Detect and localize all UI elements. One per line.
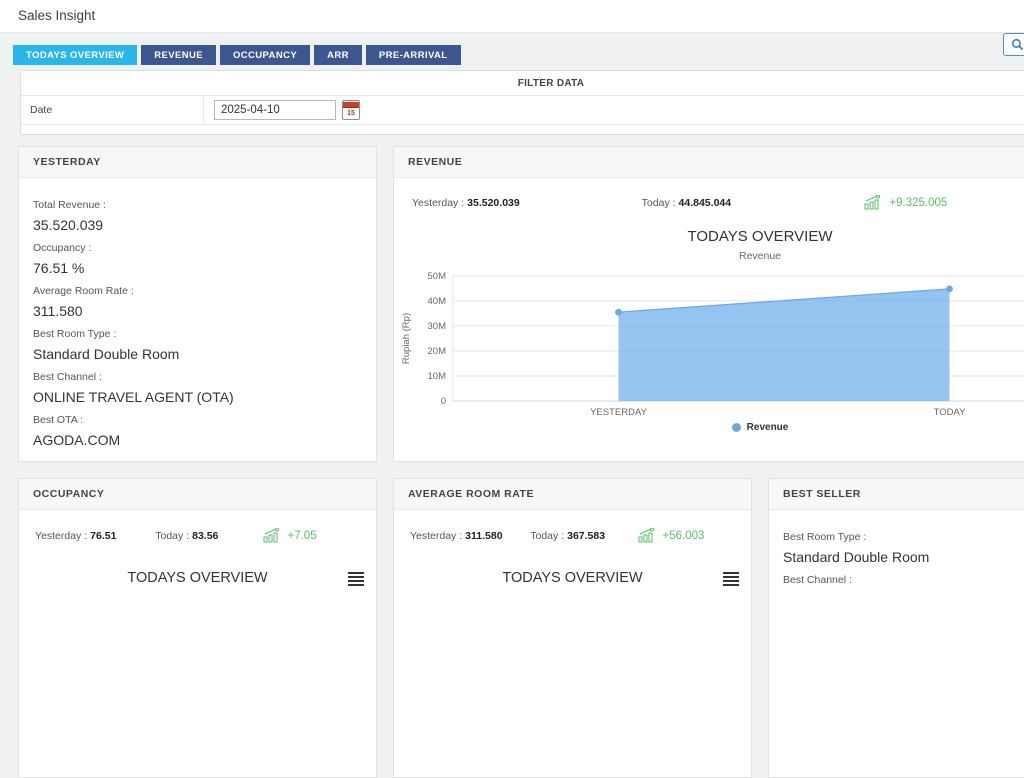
delta-value: +56.003 bbox=[663, 530, 705, 542]
x-axis-label: TODAY bbox=[934, 407, 967, 418]
mini-chart-title: TODAYS OVERVIEW bbox=[502, 570, 642, 586]
legend-label: Revenue bbox=[747, 422, 789, 433]
area-fill bbox=[619, 289, 950, 401]
field-label: Total Revenue : bbox=[33, 199, 362, 211]
tab-todays-overview[interactable]: TODAYS OVERVIEW bbox=[13, 45, 137, 65]
filter-panel: FILTER DATA Date 15 bbox=[20, 70, 1024, 135]
mini-chart-title: TODAYS OVERVIEW bbox=[127, 570, 267, 586]
y-tick-label: 20M bbox=[428, 346, 447, 357]
y-tick-label: 30M bbox=[428, 321, 447, 332]
search-icon bbox=[1011, 38, 1024, 51]
tab-bar: TODAYS OVERVIEW REVENUE OCCUPANCY ARR PR… bbox=[13, 45, 461, 65]
calendar-button[interactable]: 15 bbox=[342, 100, 360, 120]
tab-occupancy[interactable]: OCCUPANCY bbox=[220, 45, 310, 65]
card-occupancy: OCCUPANCY Yesterday :76.51 Today :83.56 … bbox=[18, 478, 377, 778]
tab-pre-arrival[interactable]: PRE-ARRIVAL bbox=[366, 45, 461, 65]
field-label: Best Room Type : bbox=[33, 328, 362, 340]
stat-delta: +56.003 bbox=[638, 528, 736, 543]
tab-revenue[interactable]: REVENUE bbox=[141, 45, 216, 65]
trend-up-icon bbox=[864, 195, 882, 210]
y-tick-label: 0 bbox=[441, 396, 446, 407]
y-tick-label: 40M bbox=[428, 296, 447, 307]
field-value: 311.580 bbox=[33, 303, 362, 319]
chart-subtitle: Revenue bbox=[394, 250, 1024, 262]
stat-yesterday: Yesterday :76.51 bbox=[35, 530, 155, 542]
field-value: 76.51 % bbox=[33, 260, 362, 276]
page-title: Sales Insight bbox=[18, 8, 95, 23]
occupancy-stats-row: Yesterday :76.51 Today :83.56 +7.05 bbox=[19, 510, 376, 543]
card-occupancy-title: OCCUPANCY bbox=[19, 479, 376, 510]
field-value: Standard Double Room bbox=[33, 346, 362, 362]
card-yesterday: YESTERDAY Total Revenue : 35.520.039 Occ… bbox=[18, 146, 377, 462]
trend-up-icon bbox=[638, 528, 656, 543]
hamburger-icon bbox=[348, 572, 364, 574]
filter-date-row: Date 15 bbox=[21, 96, 1024, 125]
card-average-room-rate: AVERAGE ROOM RATE Yesterday :311.580 Tod… bbox=[393, 478, 752, 778]
chart-title: TODAYS OVERVIEW bbox=[394, 228, 1024, 245]
data-point-marker[interactable] bbox=[615, 309, 622, 316]
field-value: AGODA.COM bbox=[33, 432, 362, 448]
field-label: Best Channel : bbox=[33, 371, 362, 383]
stat-today: Today :44.845.044 bbox=[642, 197, 865, 209]
tab-arr[interactable]: ARR bbox=[314, 45, 362, 65]
date-label: Date bbox=[21, 96, 204, 124]
occupancy-chart-header: TODAYS OVERVIEW bbox=[19, 569, 376, 587]
stat-today: Today :367.583 bbox=[530, 530, 637, 542]
y-tick-label: 50M bbox=[428, 271, 447, 282]
field-label: Best Channel : bbox=[783, 574, 1024, 586]
revenue-area-chart[interactable]: 0 10M 20M 30M 40M 50M YESTERDAY TODAY Rupiah (Rp… bbox=[395, 268, 1024, 420]
top-bar: Sales Insight bbox=[0, 0, 1024, 33]
card-yesterday-title: YESTERDAY bbox=[19, 147, 376, 178]
card-revenue: REVENUE Yesterday :35.520.039 Today :44.… bbox=[393, 146, 1024, 462]
stat-today: Today :83.56 bbox=[155, 530, 262, 542]
card-best-seller: BEST SELLER Best Room Type : Standard Do… bbox=[768, 478, 1024, 778]
revenue-stats-row: Yesterday :35.520.039 Today :44.845.044 … bbox=[394, 178, 1024, 210]
trend-up-icon bbox=[263, 528, 281, 543]
stat-delta: +7.05 bbox=[263, 528, 361, 543]
hamburger-icon bbox=[723, 572, 739, 574]
y-tick-label: 10M bbox=[428, 371, 447, 382]
card-best-seller-title: BEST SELLER bbox=[769, 479, 1024, 510]
arr-chart-header: TODAYS OVERVIEW bbox=[394, 569, 751, 587]
date-input-cell: 15 bbox=[204, 100, 360, 120]
search-button[interactable] bbox=[1003, 33, 1024, 56]
delta-value: +7.05 bbox=[288, 530, 317, 542]
card-revenue-title: REVENUE bbox=[394, 147, 1024, 178]
calendar-icon: 15 bbox=[343, 102, 359, 119]
stat-delta: +9.325.005 bbox=[864, 195, 1024, 210]
chart-menu-button[interactable] bbox=[723, 572, 739, 588]
stat-yesterday: Yesterday :35.520.039 bbox=[412, 197, 642, 209]
field-value: 35.520.039 bbox=[33, 217, 362, 233]
legend-item-revenue[interactable]: Revenue bbox=[394, 422, 1024, 433]
field-value: Standard Double Room bbox=[783, 549, 1024, 565]
yesterday-fields: Total Revenue : 35.520.039 Occupancy : 7… bbox=[19, 178, 376, 448]
x-axis-label: YESTERDAY bbox=[590, 407, 648, 418]
field-label: Best Room Type : bbox=[783, 531, 1024, 543]
card-arr-title: AVERAGE ROOM RATE bbox=[394, 479, 751, 510]
field-label: Average Room Rate : bbox=[33, 285, 362, 297]
filter-panel-title: FILTER DATA bbox=[21, 71, 1024, 96]
field-value: ONLINE TRAVEL AGENT (OTA) bbox=[33, 389, 362, 405]
chart-menu-button[interactable] bbox=[348, 572, 364, 588]
legend-dot bbox=[732, 423, 741, 432]
stat-yesterday: Yesterday :311.580 bbox=[410, 530, 530, 542]
best-seller-fields: Best Room Type : Standard Double Room Be… bbox=[769, 510, 1024, 586]
field-label: Best OTA : bbox=[33, 414, 362, 426]
arr-stats-row: Yesterday :311.580 Today :367.583 +56.00… bbox=[394, 510, 751, 543]
data-point-marker[interactable] bbox=[946, 285, 953, 292]
y-axis-title: Rupiah (Rp) bbox=[401, 313, 412, 364]
delta-value: +9.325.005 bbox=[889, 197, 947, 209]
date-input[interactable] bbox=[214, 100, 336, 120]
field-label: Occupancy : bbox=[33, 242, 362, 254]
